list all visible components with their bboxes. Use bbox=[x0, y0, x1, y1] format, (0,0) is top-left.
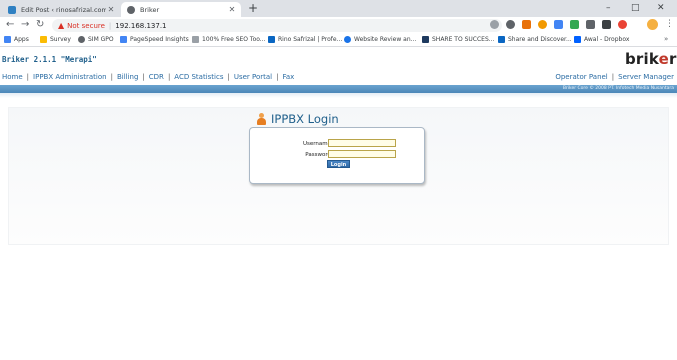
bookmark-share-discover[interactable]: Share and Discover... bbox=[498, 36, 572, 43]
bookmark-sim-gpo[interactable]: SIM GPO bbox=[78, 36, 114, 43]
version-title: Briker 2.1.1 "Merapi" bbox=[2, 55, 97, 64]
profile-avatar[interactable] bbox=[647, 19, 658, 30]
warning-icon: ▲ bbox=[58, 21, 65, 30]
forward-icon[interactable]: → bbox=[21, 19, 29, 31]
login-title: IPPBX Login bbox=[271, 112, 339, 126]
brand-row: Briker 2.1.1 "Merapi" briker bbox=[0, 48, 677, 68]
new-tab-button[interactable]: + bbox=[248, 2, 258, 15]
nav-left: Home | IPPBX Administration | Billing | CDR | AC… bbox=[2, 73, 295, 81]
bookmark-label: Share and Discover... bbox=[508, 36, 572, 43]
browser-tab-strip: Edit Post ‹ rinosafrizal.com — W ✕ Brike… bbox=[0, 0, 677, 17]
menu-icon[interactable]: ⋮ bbox=[665, 19, 674, 29]
bookmark-linkedin-profile[interactable]: Rino Safrizal | Profe... bbox=[268, 36, 342, 43]
bookmark-label: Survey bbox=[50, 36, 71, 43]
nav-home[interactable]: Home bbox=[2, 73, 23, 81]
bookmark-label: Rino Safrizal | Profe... bbox=[278, 36, 343, 43]
extension-icons bbox=[490, 20, 627, 29]
bookmark-survey[interactable]: Survey bbox=[40, 36, 71, 43]
username-label: Username bbox=[302, 141, 331, 147]
login-button[interactable]: Login bbox=[327, 160, 350, 168]
password-row: Password bbox=[250, 150, 426, 159]
linkedin-icon bbox=[268, 36, 275, 43]
security-status: Not secure bbox=[67, 21, 105, 30]
nav-ippbx-administration[interactable]: IPPBX Administration bbox=[33, 73, 107, 81]
more-bookmarks-icon[interactable]: » bbox=[664, 35, 668, 43]
tab-title: Edit Post ‹ rinosafrizal.com — W bbox=[21, 5, 106, 14]
nav-operator-panel[interactable]: Operator Panel bbox=[555, 73, 607, 81]
tab-title: Briker bbox=[140, 5, 160, 14]
bookmark-label: SHARE TO SUCCES... bbox=[432, 36, 495, 43]
copyright-text: Briker Core © 2008 PT. Infotech Media Nu… bbox=[562, 86, 674, 91]
nav-user-portal[interactable]: User Portal bbox=[234, 73, 272, 81]
address-separator: | bbox=[108, 21, 112, 30]
dropbox-icon bbox=[574, 36, 581, 43]
slideshare-icon bbox=[422, 36, 429, 43]
login-heading: IPPBX Login bbox=[257, 112, 339, 126]
bookmark-label: PageSpeed Insights bbox=[130, 36, 189, 43]
bookmark-apps[interactable]: Apps bbox=[4, 36, 29, 43]
bookmark-dropbox[interactable]: Awal - Dropbox bbox=[574, 36, 629, 43]
band-shadow bbox=[0, 93, 677, 98]
close-tab-icon[interactable]: ✕ bbox=[227, 5, 237, 14]
globe-icon bbox=[127, 5, 135, 14]
extension-icon[interactable] bbox=[618, 20, 627, 29]
review-icon bbox=[344, 36, 351, 43]
bookmarks-bar: Apps Survey SIM GPO PageSpeed Insights 1… bbox=[0, 34, 677, 47]
extension-icon[interactable] bbox=[586, 20, 595, 29]
browser-toolbar: ← → ↻ ▲ Not secure | 192.168.137.1 ⋮ bbox=[0, 17, 677, 34]
bookmark-pagespeed[interactable]: PageSpeed Insights bbox=[120, 36, 189, 43]
close-tab-icon[interactable]: ✕ bbox=[106, 5, 116, 14]
bookmark-label: 100% Free SEO Too... bbox=[202, 36, 266, 43]
bookmark-label: SIM GPO bbox=[88, 36, 114, 43]
tab-briker[interactable]: Briker ✕ bbox=[121, 2, 241, 17]
nav-fax[interactable]: Fax bbox=[282, 73, 294, 81]
extension-icon[interactable] bbox=[538, 20, 547, 29]
user-icon bbox=[257, 113, 266, 125]
maximize-icon[interactable]: □ bbox=[631, 3, 640, 13]
bookmark-website-review[interactable]: Website Review an... bbox=[344, 36, 416, 43]
extension-icon[interactable] bbox=[522, 20, 531, 29]
reload-icon[interactable]: ↻ bbox=[36, 19, 44, 31]
wordpress-icon bbox=[8, 5, 16, 14]
close-window-icon[interactable]: ✕ bbox=[657, 3, 665, 13]
folder-icon bbox=[40, 36, 47, 43]
page-content: Briker 2.1.1 "Merapi" briker Home | IPPBX … bbox=[0, 48, 677, 360]
bookmark-seo-tools[interactable]: 100% Free SEO Too... bbox=[192, 36, 266, 43]
login-form: Username Password Login bbox=[249, 127, 425, 184]
star-icon[interactable] bbox=[490, 20, 499, 29]
username-input[interactable] bbox=[328, 139, 396, 147]
url-text: 192.168.137.1 bbox=[115, 21, 167, 30]
apps-grid-icon bbox=[4, 36, 11, 43]
minimize-icon[interactable]: – bbox=[606, 3, 611, 13]
tab-edit-post[interactable]: Edit Post ‹ rinosafrizal.com — W ✕ bbox=[2, 2, 120, 17]
extension-icon[interactable] bbox=[506, 20, 515, 29]
bookmark-label: Website Review an... bbox=[354, 36, 417, 43]
extension-icon[interactable] bbox=[554, 20, 563, 29]
bookmark-share-to-success[interactable]: SHARE TO SUCCES... bbox=[422, 36, 495, 43]
main-nav: Home | IPPBX Administration | Billing | CDR | AC… bbox=[0, 72, 677, 84]
back-icon[interactable]: ← bbox=[6, 19, 14, 31]
nav-right: Operator Panel | Server Manager bbox=[555, 73, 674, 81]
seo-icon bbox=[192, 36, 199, 43]
username-row: Username bbox=[250, 139, 426, 148]
linkedin-icon bbox=[498, 36, 505, 43]
nav-billing[interactable]: Billing bbox=[117, 73, 138, 81]
extension-icon[interactable] bbox=[570, 20, 579, 29]
globe-icon bbox=[78, 36, 85, 43]
mail-icon[interactable] bbox=[602, 20, 611, 29]
pagespeed-icon bbox=[120, 36, 127, 43]
nav-cdr[interactable]: CDR bbox=[149, 73, 164, 81]
bookmark-label: Awal - Dropbox bbox=[584, 36, 630, 43]
address-bar[interactable]: ▲ Not secure | 192.168.137.1 bbox=[52, 19, 502, 32]
nav-server-manager[interactable]: Server Manager bbox=[618, 73, 674, 81]
bookmark-label: Apps bbox=[14, 36, 29, 43]
password-input[interactable] bbox=[328, 150, 396, 158]
briker-logo: briker bbox=[625, 50, 677, 68]
nav-acd-statistics[interactable]: ACD Statistics bbox=[174, 73, 223, 81]
